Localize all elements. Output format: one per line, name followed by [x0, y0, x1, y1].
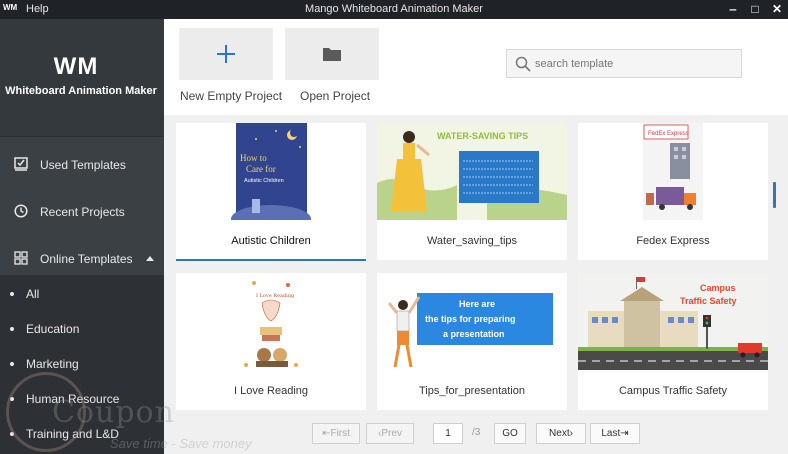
- sidebar-item-used-templates[interactable]: Used Templates: [0, 147, 164, 183]
- go-button[interactable]: GO: [494, 423, 526, 444]
- brand-name: Whiteboard Animation Maker: [5, 85, 157, 97]
- sidebar-item-online-templates[interactable]: Online Templates: [0, 241, 164, 277]
- title-bar: WM Help Mango Whiteboard Animation Maker…: [0, 0, 788, 19]
- folder-icon: [323, 48, 341, 61]
- fedex-thumbnail: FedEx Express: [578, 123, 768, 220]
- category-label: Marketing: [26, 357, 79, 371]
- template-name: Water_saving_tips: [426, 235, 518, 247]
- page-total: /3: [472, 427, 481, 438]
- category-label: All: [26, 287, 40, 301]
- bullet-icon: [10, 327, 14, 331]
- category-item-education[interactable]: Education: [0, 312, 164, 346]
- thumb-text: FedEx Express: [648, 131, 689, 137]
- open-project-button[interactable]: [285, 28, 379, 80]
- template-thumbnail: How to Care for Autistic Children: [176, 123, 366, 220]
- minimize-button[interactable]: ‒: [724, 1, 742, 17]
- template-name: Campus Traffic Safety: [618, 385, 727, 397]
- template-name: Autistic Children: [231, 235, 311, 247]
- chevron-up-icon[interactable]: [146, 256, 154, 261]
- scrollbar-thumb[interactable]: [773, 182, 776, 208]
- template-thumbnail: Campus Traffic Safety: [578, 273, 768, 370]
- template-thumbnail: Here are the tips for preparing a presen…: [377, 273, 567, 370]
- sidebar-item-recent-projects[interactable]: Recent Projects: [0, 194, 164, 230]
- open-project-label[interactable]: Open Project: [300, 89, 370, 103]
- thumb-text: How to: [240, 153, 267, 163]
- reading-thumbnail: I Love Reading: [176, 273, 366, 370]
- next-page-button[interactable]: Next›: [536, 423, 586, 444]
- maximize-button[interactable]: □: [746, 1, 764, 17]
- bullet-icon: [10, 362, 14, 366]
- thumb-text: Autistic Children: [244, 178, 284, 184]
- thumb-text: Traffic Safety: [680, 296, 737, 306]
- first-page-button[interactable]: ⇤First: [312, 423, 360, 444]
- new-empty-project-label[interactable]: New Empty Project: [180, 89, 282, 103]
- presentation-thumbnail: Here are the tips for preparing a presen…: [377, 273, 567, 370]
- brand-block: WM Whiteboard Animation Maker: [0, 19, 164, 137]
- prev-page-button[interactable]: ‹Prev: [366, 423, 414, 444]
- close-button[interactable]: ✕: [768, 1, 786, 17]
- template-card-tips-for-presentation[interactable]: Here are the tips for preparing a presen…: [377, 273, 567, 410]
- category-item-all[interactable]: All: [0, 277, 164, 311]
- brand-logo: WM: [53, 53, 99, 80]
- thumb-text: the tips for preparing: [425, 314, 516, 324]
- search-icon: [515, 56, 531, 72]
- page-number-input[interactable]: 1: [433, 423, 463, 444]
- search-input[interactable]: [535, 55, 735, 73]
- thumb-text: Campus: [700, 283, 736, 293]
- template-name: I Love Reading: [234, 385, 308, 397]
- grid-icon: [14, 251, 28, 265]
- template-thumbnail: WATER-SAVING TIPS: [377, 123, 567, 220]
- template-thumbnail: I Love Reading: [176, 273, 366, 370]
- thumb-text: Care for: [246, 164, 276, 174]
- search-box[interactable]: [506, 49, 742, 78]
- autistic-children-thumbnail: How to Care for Autistic Children: [176, 123, 366, 220]
- watermark-tagline: Save time - Save money: [110, 436, 252, 451]
- template-name: Fedex Express: [636, 235, 710, 247]
- thumb-text: a presentation: [443, 329, 505, 339]
- template-name: Tips_for_presentation: [419, 385, 525, 397]
- category-label: Education: [26, 322, 80, 336]
- selected-indicator: [176, 259, 366, 261]
- traffic-safety-thumbnail: Campus Traffic Safety: [578, 273, 768, 370]
- template-check-icon: [14, 157, 28, 171]
- thumb-text: I Love Reading: [256, 293, 295, 299]
- watermark-text: Coupon: [52, 395, 175, 430]
- window-title: Mango Whiteboard Animation Maker: [305, 3, 483, 15]
- template-card-water-saving-tips[interactable]: WATER-SAVING TIPS Water_saving_tips: [377, 123, 567, 260]
- sidebar-item-label: Used Templates: [40, 158, 126, 172]
- bullet-icon: [10, 292, 14, 296]
- template-card-fedex-express[interactable]: FedEx Express Fedex Express: [578, 123, 768, 260]
- last-page-button[interactable]: Last⇥: [590, 423, 640, 444]
- sidebar-item-label: Recent Projects: [40, 205, 125, 219]
- category-item-marketing[interactable]: Marketing: [0, 347, 164, 381]
- template-card-autistic-children[interactable]: How to Care for Autistic Children Autist…: [176, 123, 366, 261]
- template-thumbnail: FedEx Express: [578, 123, 768, 220]
- new-empty-project-button[interactable]: [179, 28, 273, 80]
- plus-icon: [217, 45, 235, 63]
- thumb-text: WATER-SAVING TIPS: [437, 131, 528, 141]
- sidebar-item-label: Online Templates: [40, 252, 133, 266]
- clock-icon: [14, 204, 28, 218]
- water-saving-thumbnail: WATER-SAVING TIPS: [377, 123, 567, 220]
- thumb-text: Here are: [459, 299, 495, 309]
- template-card-campus-traffic-safety[interactable]: Campus Traffic Safety Campus Traffic Saf…: [578, 273, 768, 410]
- template-card-i-love-reading[interactable]: I Love Reading I Love Reading: [176, 273, 366, 410]
